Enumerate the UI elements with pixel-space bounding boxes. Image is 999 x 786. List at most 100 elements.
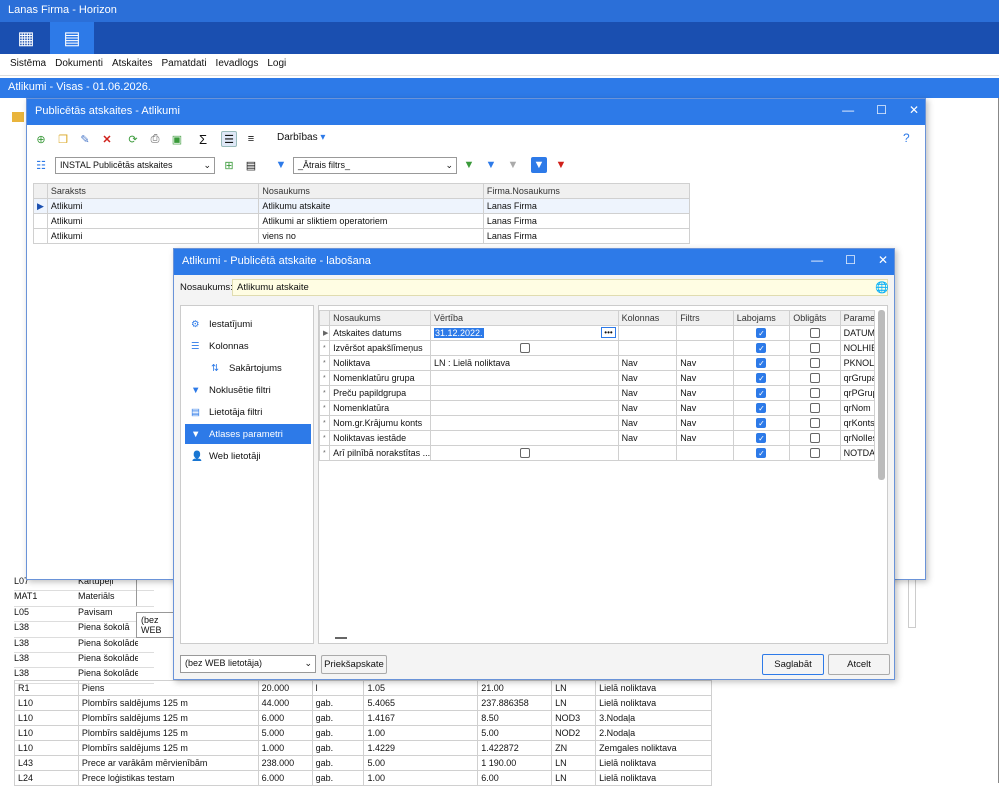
param-value[interactable] xyxy=(429,415,619,431)
nav-item[interactable]: ▤ Lietotāja filtri xyxy=(185,402,311,422)
param-filter[interactable]: Nav xyxy=(676,415,734,431)
add-icon[interactable]: ⊕ xyxy=(33,131,49,147)
clear-filter-icon[interactable]: ▼ xyxy=(505,157,521,173)
table-row[interactable]: R1 Piens 20.000 l 1.05 21.00 LN Lielā noliktava xyxy=(14,680,712,696)
close-icon[interactable]: ✕ xyxy=(878,253,888,267)
list-settings-icon[interactable]: ▤ xyxy=(243,157,259,173)
filter-icon[interactable]: ▼ xyxy=(273,157,289,173)
editable-checkbox[interactable]: ✓ xyxy=(756,433,767,444)
value-checkbox[interactable] xyxy=(519,343,530,354)
param-columns[interactable] xyxy=(617,325,678,341)
column-header[interactable]: Saraksts xyxy=(46,183,260,199)
editable-checkbox[interactable]: ✓ xyxy=(756,328,767,339)
param-value[interactable] xyxy=(429,385,619,401)
remove-filter-icon[interactable]: ▼ xyxy=(553,157,569,173)
menu-item[interactable]: Logi xyxy=(267,58,286,71)
column-header[interactable]: Obligāts xyxy=(789,310,841,326)
refresh-icon[interactable]: ⟳ xyxy=(125,131,141,147)
param-columns[interactable]: Nav xyxy=(617,400,678,416)
preview-button[interactable]: Priekšapskate xyxy=(321,655,387,674)
menu-item[interactable]: Pamatdati xyxy=(162,58,207,71)
menu-item[interactable]: Dokumenti xyxy=(55,58,103,71)
editable-checkbox[interactable]: ✓ xyxy=(756,388,767,399)
actions-menu[interactable]: Darbības ▾ xyxy=(277,132,325,143)
menu-item[interactable]: Atskaites xyxy=(112,58,153,71)
table-row[interactable]: *Izvēršot apakšlīmeņus ✓ NOLHIER xyxy=(318,340,876,356)
required-checkbox[interactable] xyxy=(809,343,820,354)
param-value[interactable] xyxy=(429,340,619,356)
dashboard-icon[interactable]: ▦ xyxy=(4,22,48,54)
hscroll-thumb[interactable] xyxy=(335,637,347,639)
table-row[interactable]: ▶ Atlikumi Atlikumu atskaite Lanas Firma xyxy=(33,198,691,214)
nav-item[interactable]: ☰ Kolonnas xyxy=(185,336,311,356)
table-row[interactable]: * Noliktava LN : Lielā noliktava Nav Nav ✓ PKN… xyxy=(318,355,876,371)
editable-checkbox[interactable]: ✓ xyxy=(756,418,767,429)
table-row[interactable]: L43 Prece ar varākām mērvienībām 238.000 ga… xyxy=(14,755,712,771)
help-icon[interactable]: ? xyxy=(903,131,910,145)
table-row[interactable]: * Nomenklatūru grupa Nav Nav ✓ qrGrupa xyxy=(318,370,876,386)
param-value[interactable] xyxy=(429,430,619,446)
column-header[interactable]: Labojams xyxy=(732,310,791,326)
param-columns[interactable]: Nav xyxy=(617,370,678,386)
param-filter[interactable] xyxy=(676,325,734,341)
date-value[interactable]: 31.12.2022. xyxy=(433,328,484,338)
value-checkbox[interactable] xyxy=(519,448,530,459)
param-columns[interactable]: Nav xyxy=(617,385,678,401)
param-value[interactable]: LN : Lielā noliktava xyxy=(429,355,619,371)
column-header[interactable]: Filtrs xyxy=(676,310,734,326)
menu-item[interactable]: Sistēma xyxy=(10,58,46,71)
column-header[interactable]: Nosaukums xyxy=(258,183,484,199)
param-filter[interactable]: Nav xyxy=(676,355,734,371)
editable-checkbox[interactable]: ✓ xyxy=(756,343,767,354)
grid-view-icon[interactable]: ☰ xyxy=(221,131,237,147)
table-row[interactable]: Atlikumi Atlikumi ar sliktiem operatoriem… xyxy=(33,213,691,229)
nav-item[interactable]: ▼ Noklusētie filtri xyxy=(185,380,311,400)
required-checkbox[interactable] xyxy=(809,448,820,459)
nav-item[interactable]: 👤 Web lietotāji xyxy=(185,446,311,466)
add-list-icon[interactable]: ⊞ xyxy=(221,157,237,173)
table-row[interactable]: * Noliktavas iestāde Nav Nav ✓ qrNolIes xyxy=(318,430,876,446)
param-filter[interactable]: Nav xyxy=(676,400,734,416)
table-row[interactable]: Atlikumi viens no Lanas Firma xyxy=(33,228,691,244)
table-row[interactable]: L10 Plombīrs saldējums 125 m 6.000 gab. 1.41… xyxy=(14,710,712,726)
save-button[interactable]: Saglabāt xyxy=(762,654,824,675)
table-row[interactable]: L10 Plombīrs saldējums 125 m 1.000 gab. 1.42… xyxy=(14,740,712,756)
menu-item[interactable]: Ievadlogs xyxy=(216,58,259,71)
folder-icon[interactable] xyxy=(12,112,24,122)
copy-icon[interactable]: ❐ xyxy=(55,131,71,147)
quick-filter-combo[interactable]: _Ātrais filtrs_ ⌄ xyxy=(293,157,457,174)
required-checkbox[interactable] xyxy=(809,388,820,399)
param-filter[interactable] xyxy=(676,340,734,356)
editable-checkbox[interactable]: ✓ xyxy=(756,403,767,414)
editable-checkbox[interactable]: ✓ xyxy=(756,358,767,369)
table-row[interactable]: *Preču papildgrupa NavNav ✓ qrPGrupa xyxy=(318,385,876,401)
report-combo[interactable]: INSTAL Publicētās atskaites ⌄ xyxy=(55,157,215,174)
param-filter[interactable]: Nav xyxy=(676,430,734,446)
sort-icon[interactable]: ≡ xyxy=(243,131,259,147)
bg-web-combo[interactable]: (bez WEB xyxy=(136,612,176,638)
param-filter[interactable]: Nav xyxy=(676,385,734,401)
nav-item[interactable]: ▼ Atlases parametri xyxy=(185,424,311,444)
param-columns[interactable]: Nav xyxy=(617,415,678,431)
globe-icon[interactable]: 🌐 xyxy=(875,281,889,294)
web-user-combo[interactable]: (bez WEB lietotāja) ⌄ xyxy=(180,655,316,673)
table-row[interactable]: * Nom.gr.Krājumu konts Nav Nav ✓ qrKonts xyxy=(318,415,876,431)
column-header[interactable]: Kolonnas xyxy=(617,310,678,326)
param-columns[interactable] xyxy=(617,445,678,461)
required-checkbox[interactable] xyxy=(809,373,820,384)
param-columns[interactable] xyxy=(617,340,678,356)
param-value[interactable] xyxy=(429,370,619,386)
minimize-icon[interactable]: — xyxy=(842,103,854,117)
required-checkbox[interactable] xyxy=(809,433,820,444)
table-row[interactable]: L10 Plombīrs saldējums 125 m 5.000 gab. 1.00… xyxy=(14,725,712,741)
column-header[interactable]: Paramet xyxy=(839,310,876,326)
cancel-button[interactable]: Atcelt xyxy=(828,654,890,675)
nav-item[interactable]: ⇅ Sakārtojums xyxy=(205,358,311,378)
table-row[interactable]: ▶Atskaites datums31.12.2022. ••• ✓ DATUMS xyxy=(318,325,876,341)
param-value[interactable] xyxy=(429,400,619,416)
close-icon[interactable]: ✕ xyxy=(909,103,919,117)
param-value[interactable]: 31.12.2022. ••• xyxy=(429,325,619,341)
required-checkbox[interactable] xyxy=(809,418,820,429)
required-checkbox[interactable] xyxy=(809,328,820,339)
param-columns[interactable]: Nav xyxy=(617,430,678,446)
